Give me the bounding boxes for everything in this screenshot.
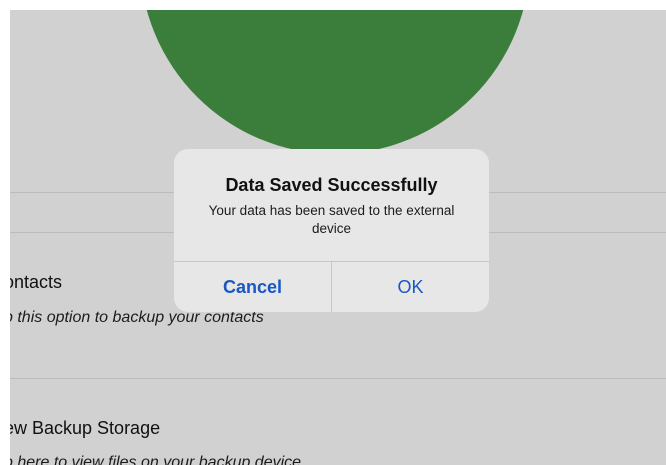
list-item-backup-storage-subtitle: p here to view files on your backup devi… [10,454,302,465]
alert-dialog: Data Saved Successfully Your data has be… [174,149,489,312]
list-item-contacts-title[interactable]: ontacts [10,272,62,293]
screenshot-frame: ontacts p this option to backup your con… [0,0,666,465]
divider [10,378,666,379]
dialog-title: Data Saved Successfully [225,175,438,195]
dialog-actions: Cancel OK [174,261,489,312]
app-screen: ontacts p this option to backup your con… [10,10,666,465]
status-circle [140,10,530,154]
list-item-backup-storage-title[interactable]: ew Backup Storage [10,418,160,439]
cancel-button[interactable]: Cancel [174,262,331,312]
dialog-message: Your data has been saved to the external… [208,203,455,236]
ok-button[interactable]: OK [331,262,489,312]
